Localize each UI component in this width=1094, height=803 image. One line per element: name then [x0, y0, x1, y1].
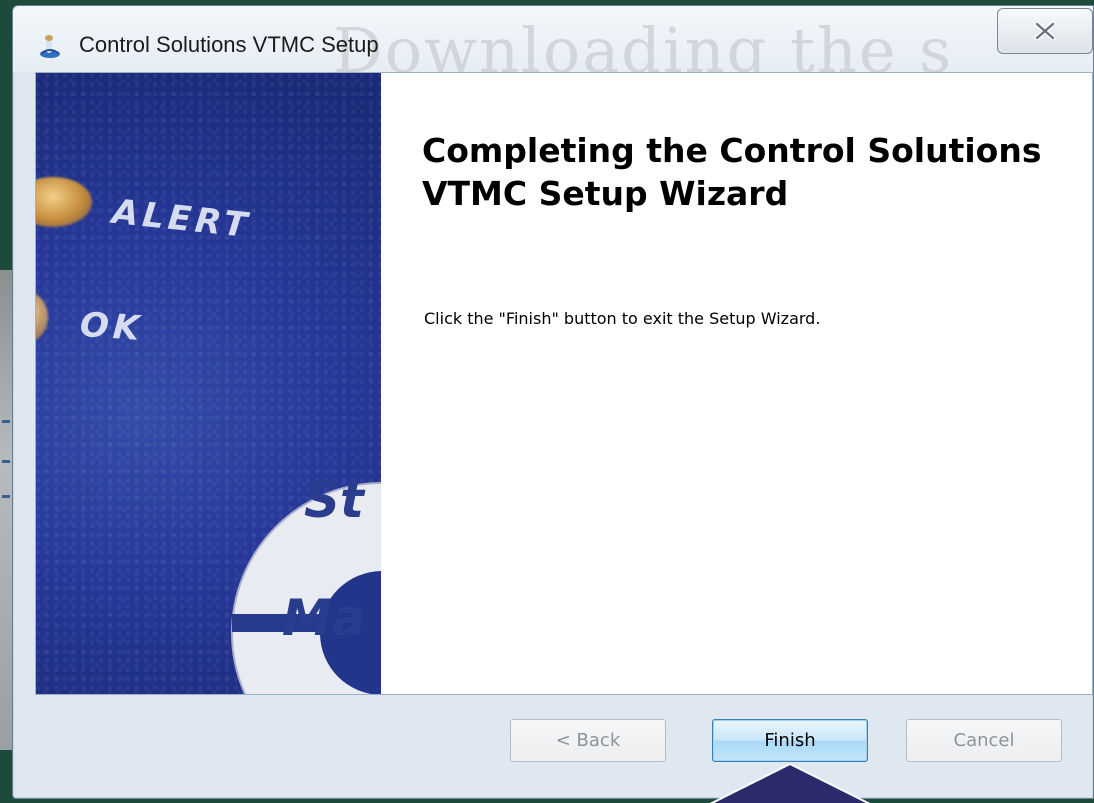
wizard-content: ALERT OK St Ma Completing the Control So… [35, 72, 1093, 695]
dial-text-top: St [304, 471, 364, 529]
close-icon [1034, 22, 1056, 40]
dial-text-bottom: Ma [282, 589, 366, 647]
back-button[interactable]: < Back [510, 719, 666, 762]
window-title: Control Solutions VTMC Setup [79, 32, 379, 57]
title-bar[interactable]: Downloading the s Control Solutions VTMC… [13, 6, 1093, 87]
setup-dialog: Downloading the s Control Solutions VTMC… [12, 5, 1094, 799]
page-title: Completing the Control Solutions VTMC Se… [422, 131, 1042, 213]
instruction-text: Click the "Finish" button to exit the Se… [424, 309, 821, 328]
installer-icon [40, 35, 60, 58]
cancel-button[interactable]: Cancel [906, 719, 1062, 762]
banner-label-ok: OK [78, 304, 145, 350]
arrow-up-icon [710, 764, 870, 803]
close-button[interactable] [997, 8, 1093, 54]
wizard-banner-image: ALERT OK St Ma [36, 73, 381, 694]
background-sidebar-strip [0, 270, 12, 750]
finish-button[interactable]: Finish [712, 719, 868, 762]
